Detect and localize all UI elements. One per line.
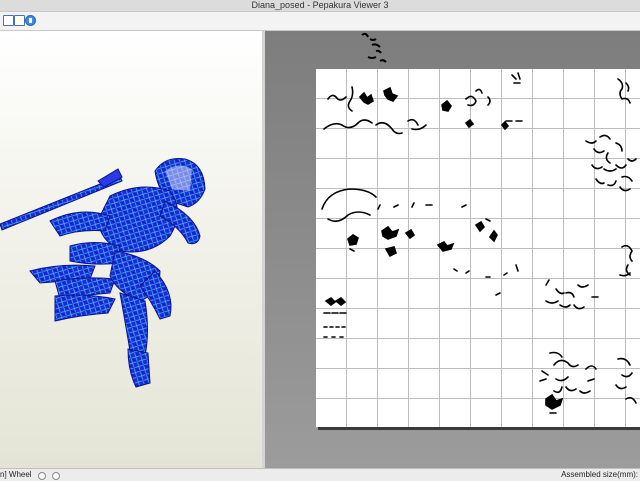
toolbar: [0, 12, 640, 31]
status-indicator-icon: [52, 472, 60, 480]
window-icon[interactable]: [3, 15, 14, 26]
3d-model[interactable]: [0, 31, 262, 468]
status-hint: n] Wheel: [0, 470, 32, 479]
window-icon[interactable]: [14, 15, 25, 26]
3d-view-pane[interactable]: [0, 31, 263, 468]
unfolded-parts: [321, 72, 637, 414]
print-sheet[interactable]: [316, 69, 640, 427]
status-bar: n] Wheel Assembled size(mm):: [0, 468, 640, 481]
status-indicator-icon: [38, 472, 46, 480]
window-title: Diana_posed - Pepakura Viewer 3: [251, 0, 389, 10]
info-icon[interactable]: [25, 15, 36, 26]
assembled-size-label: Assembled size(mm):: [561, 470, 638, 479]
title-bar: Diana_posed - Pepakura Viewer 3: [0, 0, 640, 12]
loose-parts: [361, 32, 387, 63]
